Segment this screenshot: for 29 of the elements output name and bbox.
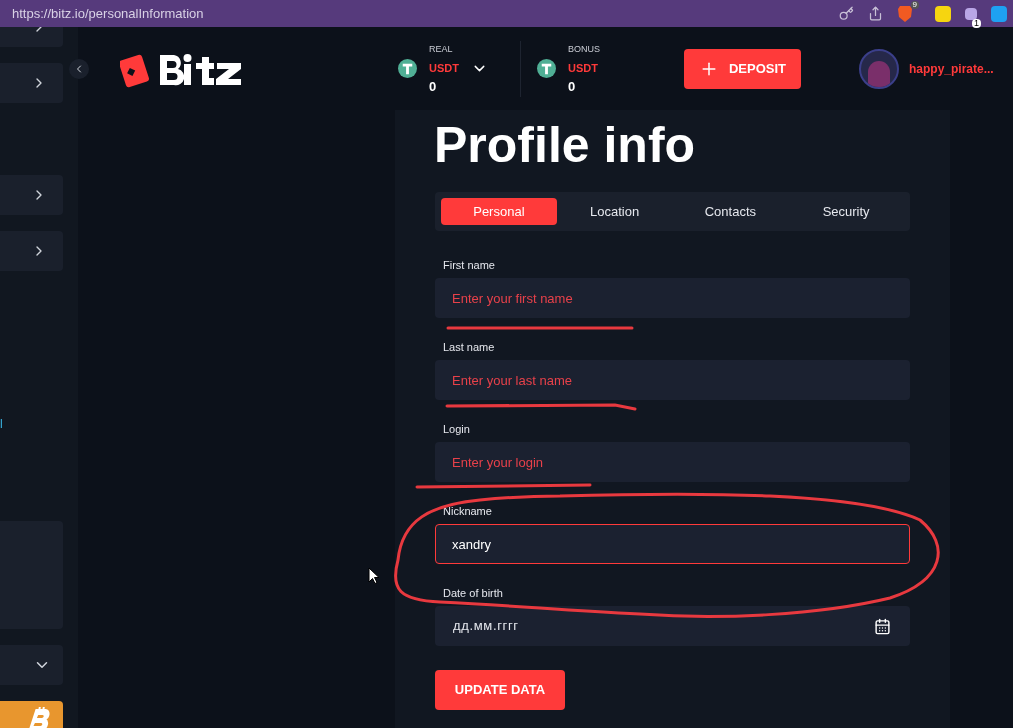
username-text[interactable]: happy_pirate... — [908, 59, 994, 78]
balance-label: BONUS — [567, 44, 600, 54]
balance-amount: 0 — [567, 79, 577, 93]
field-label: Nickname — [443, 506, 493, 517]
currency-text: USDT — [567, 62, 599, 74]
balance-label: REAL — [429, 44, 454, 54]
text-field[interactable]: xandry — [435, 524, 910, 564]
text-field[interactable]: Enter your last name — [435, 360, 910, 400]
date-placeholder: дд.мм.гггг — [453, 617, 519, 636]
tab[interactable]: Contacts — [672, 198, 789, 225]
tab[interactable]: Location — [556, 198, 673, 225]
deposit-button[interactable]: DEPOSIT — [683, 48, 801, 89]
field-label: Last name — [443, 342, 496, 353]
notification-badge: 1 — [972, 18, 981, 28]
currency-text: USDT — [429, 62, 459, 74]
balance-amount: 0 — [429, 79, 438, 93]
page-title: Profile info — [434, 120, 697, 170]
date-field[interactable]: дд.мм.гггг — [435, 606, 910, 646]
tab[interactable]: Security — [788, 198, 904, 225]
text-field[interactable]: Enter your login — [435, 442, 910, 482]
notification-badge: 9 — [910, 0, 919, 9]
update-button[interactable]: UPDATE DATA — [435, 670, 565, 710]
tab[interactable]: Personal — [441, 198, 557, 225]
url-text[interactable]: https://bitz.io/personalInformation — [12, 3, 204, 24]
text-field[interactable]: Enter your first name — [435, 278, 910, 318]
field-label: First name — [443, 260, 496, 271]
field-label: Login — [443, 424, 471, 435]
field-label: Date of birth — [443, 588, 504, 599]
sidebar-link[interactable]: l — [0, 417, 3, 431]
